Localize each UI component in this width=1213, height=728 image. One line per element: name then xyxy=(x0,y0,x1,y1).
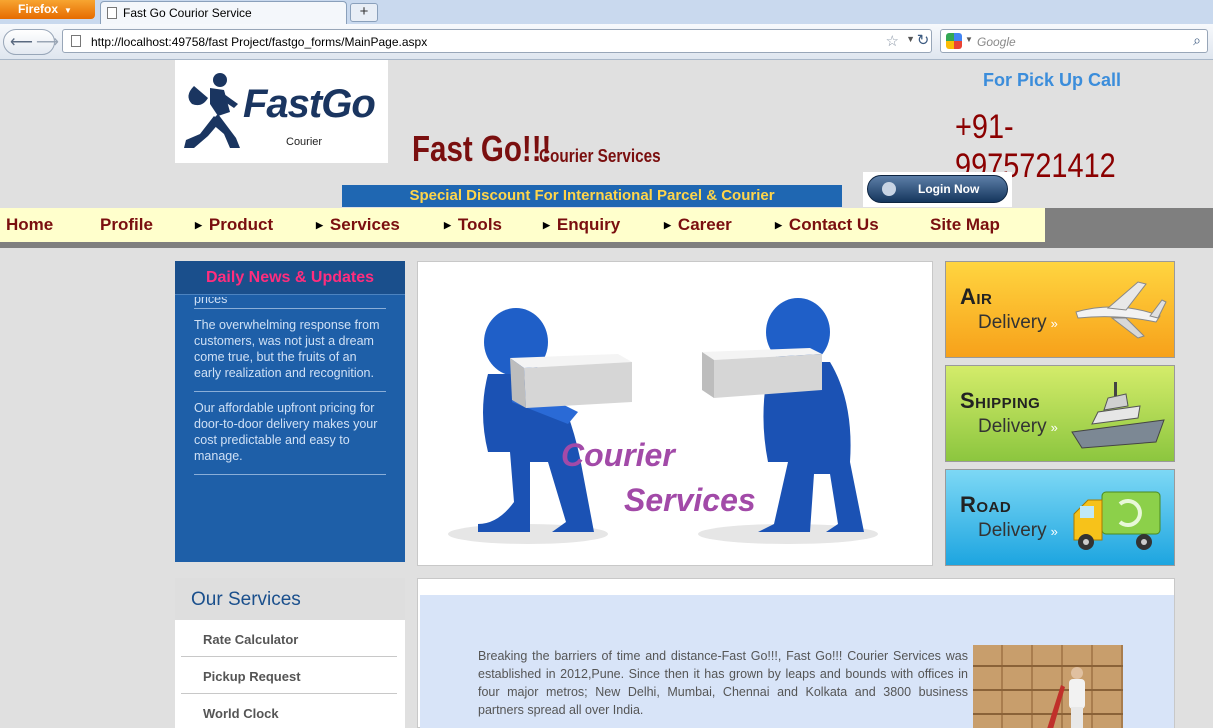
tile-subtitle-text: Delivery xyxy=(978,416,1047,437)
services-title: Our Services xyxy=(175,578,405,620)
triangle-right-icon: ▶ xyxy=(543,220,550,230)
menu-item-tools[interactable]: ▶ Tools xyxy=(444,208,502,242)
news-panel: Daily News & Updates prices The overwhel… xyxy=(175,261,405,562)
brand-subtitle: Courier Services xyxy=(539,146,661,166)
login-button-label: Login Now xyxy=(918,182,980,196)
address-url: http://localhost:49758/fast Project/fast… xyxy=(91,35,428,49)
menu-item-contact-us[interactable]: ▶ Contact Us xyxy=(775,208,879,242)
menu-item-site-map[interactable]: Site Map xyxy=(930,208,1000,242)
bookmark-star-icon[interactable]: ☆ xyxy=(886,32,899,50)
menu-item-career[interactable]: ▶ Career xyxy=(664,208,732,242)
service-link-world-clock[interactable]: World Clock xyxy=(181,694,397,728)
tile-subtitle: Delivery» xyxy=(978,520,1058,542)
lock-icon xyxy=(882,182,896,196)
discount-banner[interactable]: Special Discount For International Parce… xyxy=(342,185,842,207)
couriers-illustration xyxy=(448,298,878,544)
chevron-down-icon[interactable]: ▼ xyxy=(965,35,973,44)
triangle-right-icon: ▶ xyxy=(664,220,671,230)
brand-title: Fast Go!!! xyxy=(412,128,552,169)
menu-item-label: Career xyxy=(677,215,732,234)
about-content: Breaking the barriers of time and distan… xyxy=(420,595,1174,728)
search-icon[interactable]: ⌕ xyxy=(1193,32,1201,49)
service-link-pickup-request[interactable]: Pickup Request xyxy=(181,657,397,694)
hero-caption-line1: Courier xyxy=(561,437,675,473)
search-placeholder: Google xyxy=(977,35,1016,49)
logo-text: FastGo xyxy=(243,82,376,126)
tile-subtitle: Delivery» xyxy=(978,312,1058,334)
login-button[interactable]: Login Now xyxy=(867,175,1008,203)
shipping-delivery-tile[interactable]: Shipping Delivery» xyxy=(945,365,1175,462)
firefox-menu-button[interactable]: Firefox ▼ xyxy=(0,0,95,19)
address-bar[interactable]: http://localhost:49758/fast Project/fast… xyxy=(62,29,932,53)
browser-tab[interactable]: Fast Go Courior Service xyxy=(100,1,347,24)
tile-title: Air xyxy=(960,284,993,309)
forward-arrow-icon[interactable]: ⟶ xyxy=(36,32,59,52)
runner-icon xyxy=(184,73,240,148)
news-item: Our affordable upfront pricing for door-… xyxy=(194,396,386,475)
logo-subtitle: Courier xyxy=(286,136,323,148)
pickup-label: For Pick Up Call xyxy=(983,70,1122,90)
triangle-right-icon: ▶ xyxy=(775,220,782,230)
warehouse-image xyxy=(973,645,1123,728)
new-tab-button[interactable]: + xyxy=(350,3,378,22)
about-text: Breaking the barriers of time and distan… xyxy=(478,649,968,717)
tile-subtitle-text: Delivery xyxy=(978,520,1047,541)
menu-item-label: Contact Us xyxy=(788,215,879,234)
menu-item-services[interactable]: ▶ Services xyxy=(316,208,400,242)
chevron-double-right-icon: » xyxy=(1050,420,1058,435)
login-area: Login Now xyxy=(863,172,1012,207)
menu-item-label: Home xyxy=(6,215,54,234)
truck-icon xyxy=(1073,491,1161,550)
about-section: Breaking the barriers of time and distan… xyxy=(417,578,1175,728)
menu-item-label: Enquiry xyxy=(556,215,621,234)
airplane-icon xyxy=(1075,281,1167,339)
history-buttons: ⟵ ⟶ xyxy=(3,29,59,55)
main-menu: Home Profile ▶ Product ▶ Services ▶ Tools ▶… xyxy=(0,208,1045,242)
reload-icon[interactable]: ↻ xyxy=(912,29,934,53)
firefox-menu-label: Firefox xyxy=(18,2,59,16)
chevron-down-icon: ▼ xyxy=(64,6,72,15)
site-logo[interactable]: FastGo Courier xyxy=(175,60,388,163)
ship-icon xyxy=(1071,382,1165,449)
back-arrow-icon[interactable]: ⟵ xyxy=(10,32,33,52)
search-input[interactable]: ▼ Google ⌕ xyxy=(940,29,1208,53)
tile-subtitle: Delivery» xyxy=(978,416,1058,438)
menu-item-label: Site Map xyxy=(930,215,1000,234)
menu-item-enquiry[interactable]: ▶ Enquiry xyxy=(543,208,620,242)
menu-item-label: Profile xyxy=(100,215,153,234)
triangle-right-icon: ▶ xyxy=(316,220,323,230)
tile-subtitle-text: Delivery xyxy=(978,312,1047,333)
triangle-right-icon: ▶ xyxy=(195,220,202,230)
browser-titlebar: Firefox ▼ Fast Go Courior Service + xyxy=(0,0,1213,24)
chevron-double-right-icon: » xyxy=(1050,524,1058,539)
tile-title: Shipping xyxy=(960,388,1041,413)
page-icon xyxy=(71,35,81,47)
menu-item-label: Services xyxy=(329,215,400,234)
menu-item-profile[interactable]: Profile xyxy=(100,208,153,242)
google-icon[interactable] xyxy=(946,33,962,49)
menu-divider xyxy=(0,242,1213,248)
tile-title: Road xyxy=(960,492,1012,517)
hero-banner: Courier Services xyxy=(417,261,933,566)
hero-caption-line2: Services xyxy=(624,482,756,518)
worker-figure xyxy=(1047,667,1085,728)
menu-item-label: Tools xyxy=(457,215,502,234)
road-delivery-tile[interactable]: Road Delivery» xyxy=(945,469,1175,566)
chevron-double-right-icon: » xyxy=(1050,316,1058,331)
tab-title: Fast Go Courior Service xyxy=(123,6,252,20)
air-delivery-tile[interactable]: Air Delivery» xyxy=(945,261,1175,358)
menu-item-product[interactable]: ▶ Product xyxy=(195,208,273,242)
news-item: prices xyxy=(194,297,386,309)
page-icon xyxy=(107,7,117,19)
service-link-rate-calculator[interactable]: Rate Calculator xyxy=(181,620,397,657)
menu-item-home[interactable]: Home xyxy=(6,208,53,242)
our-services-panel: Our Services Rate Calculator Pickup Requ… xyxy=(175,578,405,728)
browser-navbar: ⟵ ⟶ http://localhost:49758/fast Project/… xyxy=(0,24,1213,60)
triangle-right-icon: ▶ xyxy=(444,220,451,230)
news-item: The overwhelming response from customers… xyxy=(194,313,386,392)
news-ticker: prices The overwhelming response from cu… xyxy=(194,297,386,479)
menu-item-label: Product xyxy=(208,215,274,234)
news-title: Daily News & Updates xyxy=(175,261,405,295)
